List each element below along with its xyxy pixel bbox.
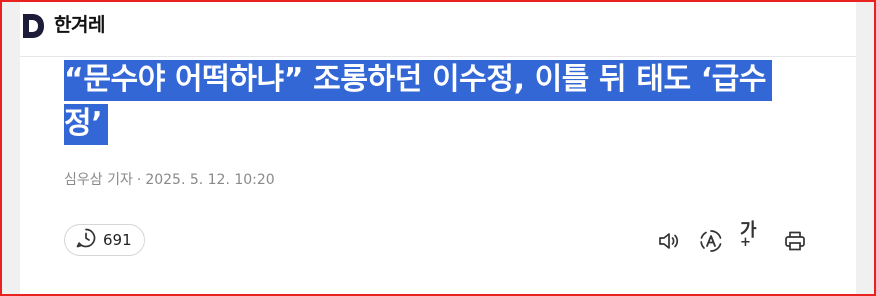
audio-icon[interactable] <box>656 228 682 254</box>
reporter-name[interactable]: 심우삼 기자 <box>64 172 133 188</box>
article-toolbar: 가+ <box>656 221 808 254</box>
publish-date: 2025. 5. 12. 10:20 <box>145 172 275 188</box>
meta-separator: · <box>136 172 142 188</box>
brand-name[interactable]: 한겨레 <box>54 12 105 38</box>
d-logo-icon[interactable] <box>20 10 46 42</box>
print-icon[interactable] <box>782 228 808 254</box>
comment-count: 691 <box>103 231 132 249</box>
font-size-icon[interactable]: 가+ <box>740 221 766 254</box>
article-card: 한겨레 “문수야 어떡하냐” 조롱하던 이수정, 이틀 뒤 태도 ‘급수정’ 심… <box>20 2 856 294</box>
site-header: 한겨레 <box>20 2 856 57</box>
comment-clock-icon <box>75 227 97 253</box>
article-meta: 심우삼 기자 · 2025. 5. 12. 10:20 <box>64 170 275 190</box>
plus-icon: + <box>740 234 751 250</box>
article-headline: “문수야 어떡하냐” 조롱하던 이수정, 이틀 뒤 태도 ‘급수정’ <box>64 58 804 146</box>
headline-text: “문수야 어떡하냐” 조롱하던 이수정, 이틀 뒤 태도 ‘급수정’ <box>64 60 773 145</box>
comment-button[interactable]: 691 <box>64 224 145 256</box>
translate-icon[interactable] <box>698 228 724 254</box>
